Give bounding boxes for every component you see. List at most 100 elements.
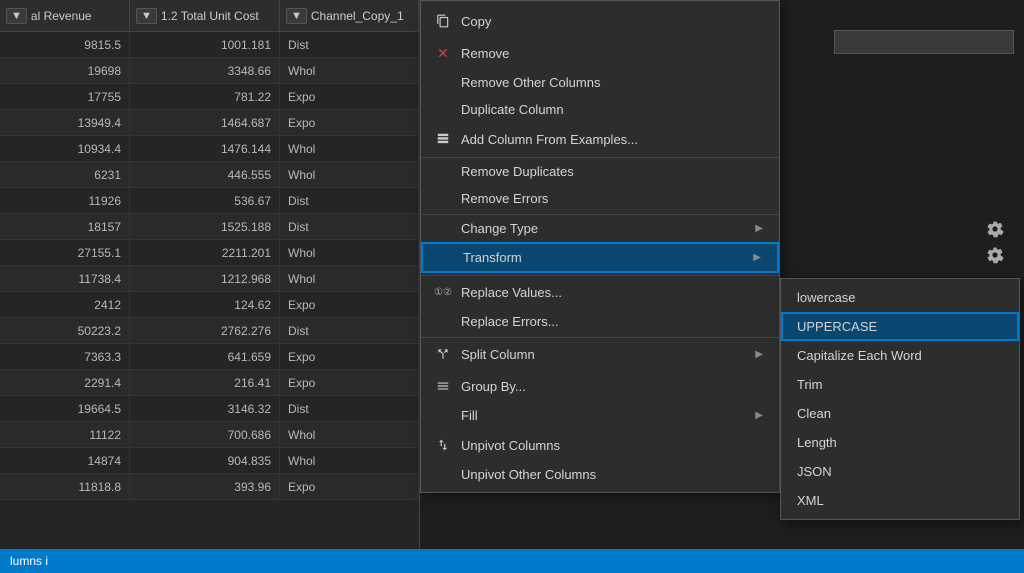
- add-col-icon: [433, 129, 453, 149]
- table-row[interactable]: 9815.5 1001.181 Dist: [0, 32, 419, 58]
- cell-unit-cost: 3348.66: [130, 58, 280, 83]
- menu-item-replace-errors[interactable]: Replace Errors...: [421, 308, 779, 335]
- menu-item-remove-duplicates[interactable]: Remove Duplicates: [421, 157, 779, 185]
- cell-revenue: 17755: [0, 84, 130, 109]
- menu-item-split-column[interactable]: Split Column▶: [421, 337, 779, 370]
- cell-unit-cost: 2762.276: [130, 318, 280, 343]
- menu-item-transform[interactable]: Transform▶: [421, 242, 779, 273]
- table-row[interactable]: 10934.4 1476.144 Whol: [0, 136, 419, 162]
- submenu-item-trim[interactable]: Trim: [781, 370, 1019, 399]
- table-row[interactable]: 17755 781.22 Expo: [0, 84, 419, 110]
- cell-revenue: 27155.1: [0, 240, 130, 265]
- cell-channel: Whol: [280, 162, 419, 187]
- cell-channel: Expo: [280, 370, 419, 395]
- submenu-item-length[interactable]: Length: [781, 428, 1019, 457]
- cell-channel: Whol: [280, 58, 419, 83]
- menu-item-add-col-examples[interactable]: Add Column From Examples...: [421, 123, 779, 155]
- submenu-arrow: ▶: [755, 349, 763, 360]
- gear-icon-1[interactable]: [986, 220, 1004, 238]
- menu-label-remove: Remove: [461, 46, 763, 61]
- submenu-item-capitalize[interactable]: Capitalize Each Word: [781, 341, 1019, 370]
- table-row[interactable]: 27155.1 2211.201 Whol: [0, 240, 419, 266]
- table-row[interactable]: 11926 536.67 Dist: [0, 188, 419, 214]
- menu-item-remove[interactable]: Remove: [421, 37, 779, 69]
- table-row[interactable]: 19698 3348.66 Whol: [0, 58, 419, 84]
- split-icon: [433, 344, 453, 364]
- col-header-channel[interactable]: ▼ Channel_Copy_1: [280, 0, 419, 31]
- revenue-dropdown[interactable]: ▼: [6, 8, 27, 24]
- menu-item-copy[interactable]: Copy: [421, 5, 779, 37]
- col-header-unit-cost[interactable]: ▼ 1.2 Total Unit Cost: [130, 0, 280, 31]
- cell-unit-cost: 1476.144: [130, 136, 280, 161]
- cell-unit-cost: 2211.201: [130, 240, 280, 265]
- gear-icons-area: [794, 220, 1024, 264]
- cell-channel: Expo: [280, 110, 419, 135]
- submenu-label-capitalize: Capitalize Each Word: [797, 348, 922, 363]
- cell-revenue: 6231: [0, 162, 130, 187]
- submenu-arrow: ▶: [753, 252, 761, 263]
- submenu-item-xml[interactable]: XML: [781, 486, 1019, 515]
- table-row[interactable]: 2291.4 216.41 Expo: [0, 370, 419, 396]
- cell-channel: Dist: [280, 32, 419, 57]
- unit-cost-dropdown[interactable]: ▼: [136, 8, 157, 24]
- cell-revenue: 9815.5: [0, 32, 130, 57]
- table-row[interactable]: 14874 904.835 Whol: [0, 448, 419, 474]
- menu-label-fill: Fill: [461, 408, 755, 423]
- menu-item-unpivot-other-columns[interactable]: Unpivot Other Columns: [421, 461, 779, 488]
- table-row[interactable]: 2412 124.62 Expo: [0, 292, 419, 318]
- menu-item-change-type[interactable]: Change Type▶: [421, 214, 779, 242]
- menu-label-copy: Copy: [461, 14, 763, 29]
- cell-unit-cost: 1212.968: [130, 266, 280, 291]
- menu-item-duplicate-col[interactable]: Duplicate Column: [421, 96, 779, 123]
- col-header-revenue[interactable]: ▼ al Revenue: [0, 0, 130, 31]
- cell-unit-cost: 393.96: [130, 474, 280, 499]
- menu-label-remove-errors: Remove Errors: [461, 191, 763, 206]
- channel-label: Channel_Copy_1: [311, 9, 404, 23]
- table-row[interactable]: 7363.3 641.659 Expo: [0, 344, 419, 370]
- table-row[interactable]: 11738.4 1212.968 Whol: [0, 266, 419, 292]
- channel-dropdown[interactable]: ▼: [286, 8, 307, 24]
- menu-item-remove-errors[interactable]: Remove Errors: [421, 185, 779, 212]
- menu-label-change-type: Change Type: [461, 221, 755, 236]
- menu-label-unpivot-columns: Unpivot Columns: [461, 438, 763, 453]
- table-row[interactable]: 50223.2 2762.276 Dist: [0, 318, 419, 344]
- submenu-arrow: ▶: [755, 410, 763, 421]
- cell-revenue: 19698: [0, 58, 130, 83]
- menu-item-unpivot-columns[interactable]: Unpivot Columns: [421, 429, 779, 461]
- menu-item-fill[interactable]: Fill▶: [421, 402, 779, 429]
- submenu-item-clean[interactable]: Clean: [781, 399, 1019, 428]
- submenu-label-json: JSON: [797, 464, 832, 479]
- cell-revenue: 7363.3: [0, 344, 130, 369]
- cell-revenue: 14874: [0, 448, 130, 473]
- table-row[interactable]: 11122 700.686 Whol: [0, 422, 419, 448]
- submenu-item-lowercase[interactable]: lowercase: [781, 283, 1019, 312]
- table-row[interactable]: 11818.8 393.96 Expo: [0, 474, 419, 500]
- table-row[interactable]: 13949.4 1464.687 Expo: [0, 110, 419, 136]
- submenu-label-lowercase: lowercase: [797, 290, 856, 305]
- cell-revenue: 11926: [0, 188, 130, 213]
- cell-unit-cost: 781.22: [130, 84, 280, 109]
- table-row[interactable]: 18157 1525.188 Dist: [0, 214, 419, 240]
- cell-unit-cost: 216.41: [130, 370, 280, 395]
- status-bar: lumns i: [0, 549, 1024, 573]
- menu-item-group-by[interactable]: Group By...: [421, 370, 779, 402]
- table-row[interactable]: 19664.5 3146.32 Dist: [0, 396, 419, 422]
- cell-channel: Dist: [280, 396, 419, 421]
- menu-item-replace-values[interactable]: ①②Replace Values...: [421, 275, 779, 308]
- cell-revenue: 2291.4: [0, 370, 130, 395]
- menu-label-transform: Transform: [463, 250, 753, 265]
- gear-icon-2[interactable]: [986, 246, 1004, 264]
- cell-unit-cost: 536.67: [130, 188, 280, 213]
- cell-unit-cost: 1525.188: [130, 214, 280, 239]
- submenu-item-uppercase[interactable]: UPPERCASE: [781, 312, 1019, 341]
- submenu-item-json[interactable]: JSON: [781, 457, 1019, 486]
- search-input[interactable]: [834, 30, 1014, 54]
- table-row[interactable]: 6231 446.555 Whol: [0, 162, 419, 188]
- menu-item-remove-other-cols[interactable]: Remove Other Columns: [421, 69, 779, 96]
- menu-label-add-col-examples: Add Column From Examples...: [461, 132, 763, 147]
- context-menu: Copy Remove Remove Other ColumnsDuplicate …: [420, 0, 780, 493]
- cell-unit-cost: 124.62: [130, 292, 280, 317]
- cell-unit-cost: 700.686: [130, 422, 280, 447]
- cell-unit-cost: 641.659: [130, 344, 280, 369]
- submenu-label-uppercase: UPPERCASE: [797, 319, 877, 334]
